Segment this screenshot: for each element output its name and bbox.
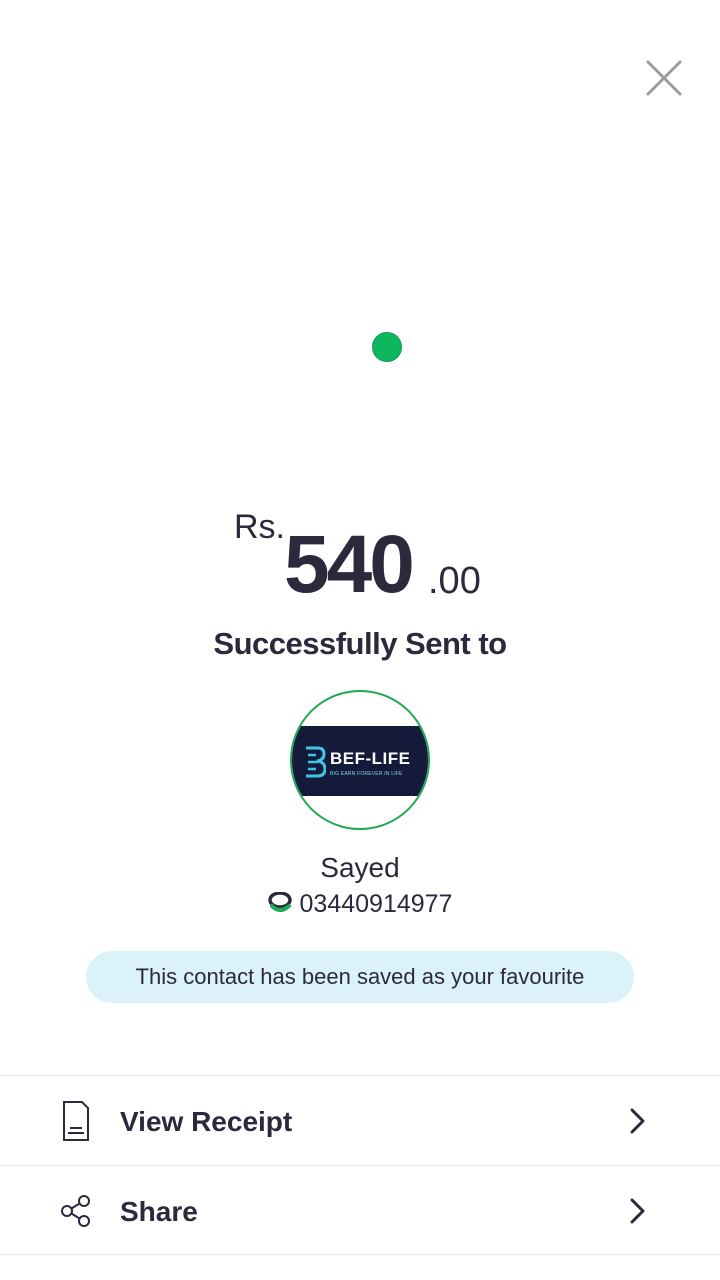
- close-button[interactable]: [640, 54, 688, 102]
- share-icon: [61, 1195, 90, 1227]
- recipient-phone-number: 03440914977: [299, 890, 453, 918]
- recipient-name: Sayed: [320, 852, 400, 883]
- recipient-phone-row: 03440914977: [0, 890, 720, 919]
- currency-label: Rs.: [234, 508, 285, 546]
- avatar-brand-text: BEF-LIFE: [330, 749, 411, 768]
- recipient-avatar: BEF-LIFE BIG EARN FOREVER IN LIFE: [290, 690, 430, 830]
- amount-display: Rs. 540 .00: [0, 500, 720, 610]
- chevron-right-icon: [630, 1198, 645, 1224]
- receipt-icon: [63, 1101, 89, 1141]
- confirmation-message: Successfully Sent to: [213, 626, 507, 661]
- action-menu: View Receipt Share: [0, 1075, 720, 1255]
- close-icon[interactable]: [640, 54, 688, 102]
- share-item[interactable]: Share: [0, 1165, 720, 1255]
- bef-life-logo-icon: [306, 746, 326, 778]
- share-label: Share: [120, 1196, 198, 1227]
- chevron-right-icon: [630, 1108, 645, 1134]
- amount-decimal: .00: [428, 560, 481, 602]
- view-receipt-item[interactable]: View Receipt: [0, 1075, 720, 1165]
- avatar-tagline: BIG EARN FOREVER IN LIFE: [330, 771, 403, 777]
- success-indicator: [372, 332, 402, 362]
- favourite-notice: This contact has been saved as your favo…: [86, 951, 634, 1003]
- view-receipt-label: View Receipt: [120, 1106, 293, 1137]
- amount-whole: 540: [284, 519, 415, 610]
- easypaisa-icon: [267, 892, 292, 913]
